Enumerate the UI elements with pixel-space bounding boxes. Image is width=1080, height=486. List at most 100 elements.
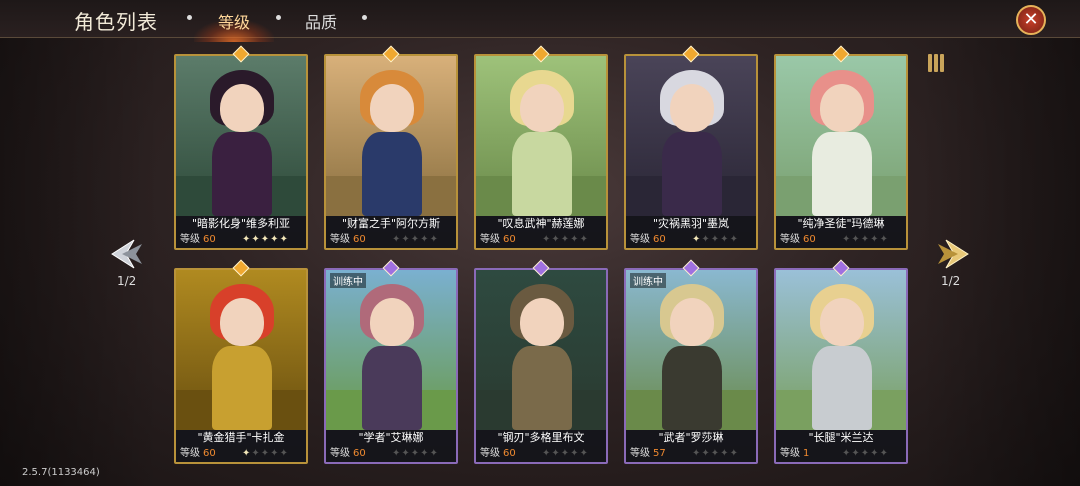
character-card[interactable]: "财富之手"阿尔方斯等级 60 ✦✦✦✦✦ [324,54,458,250]
star-rating: ✦✦✦✦✦ [242,446,289,462]
star-icon: ✦ [720,234,730,245]
level-value: 60 [503,448,516,459]
level-value: 57 [653,448,666,459]
level-value: 60 [353,448,366,459]
star-icon: ✦ [401,448,411,459]
character-card[interactable]: "纯净圣徒"玛德琳 等级 60 ✦✦✦✦✦ [774,54,908,250]
star-icon: ✦ [279,234,289,245]
character-name: "暗影化身"维多利亚 [176,216,306,232]
tab-separator-dot [276,15,281,20]
star-icon: ✦ [710,234,721,245]
star-rating: ✦✦✦✦✦ [692,446,739,462]
star-icon: ✦ [260,448,271,459]
star-icon: ✦ [542,448,552,459]
star-icon: ✦ [860,234,871,245]
character-card[interactable]: "暗影化身"维多利亚 等级 60 ✦✦✦✦✦ [174,54,308,250]
level-value: 60 [353,234,366,245]
level-prefix: 等级 [780,448,800,459]
star-icon: ✦ [242,448,252,459]
character-card[interactable]: "长腿"米兰达 等级 1 ✦✦✦✦✦ [774,268,908,464]
star-rating: ✦✦✦✦✦ [842,446,889,462]
star-icon: ✦ [692,448,702,459]
star-icon: ✦ [251,234,261,245]
character-portrait [176,270,306,430]
character-portrait [326,270,456,430]
star-rating: ✦✦✦✦✦ [392,232,439,248]
character-card[interactable]: "钢刃"多格里布文 等级 60 ✦✦✦✦✦ [474,268,608,464]
star-rating: ✦✦✦✦✦ [842,232,889,248]
star-icon: ✦ [729,234,739,245]
character-card[interactable]: 训练中 "武者"罗莎琳 等级 57 ✦✦✦✦✦ [624,268,758,464]
close-button[interactable]: ✕ [1016,5,1046,35]
star-icon: ✦ [879,234,889,245]
star-icon: ✦ [260,234,271,245]
star-icon: ✦ [392,448,402,459]
character-name: "长腿"米兰达 [776,430,906,446]
star-icon: ✦ [842,448,852,459]
star-icon: ✦ [560,234,571,245]
star-rating: ✦✦✦✦✦ [542,232,589,248]
level-row: 等级 60 ✦✦✦✦✦ [326,446,456,462]
level-row: 等级 60 ✦✦✦✦✦ [776,232,906,248]
star-icon: ✦ [401,234,411,245]
next-page-arrow-icon[interactable] [932,234,972,274]
star-icon: ✦ [270,448,280,459]
character-name: "财富之手"阿尔方斯 [326,216,456,232]
level-row: 等级 1 ✦✦✦✦✦ [776,446,906,462]
star-icon: ✦ [579,448,589,459]
level-row: 等级 60 ✦✦✦✦✦ [326,232,456,248]
star-icon: ✦ [429,234,439,245]
star-icon: ✦ [270,234,280,245]
star-icon: ✦ [720,448,730,459]
star-icon: ✦ [870,448,880,459]
character-name: "纯净圣徒"玛德琳 [776,216,906,232]
character-portrait [176,56,306,216]
character-name: "钢刃"多格里布文 [476,430,606,446]
star-icon: ✦ [410,448,421,459]
star-icon: ✦ [851,448,861,459]
character-portrait [776,56,906,216]
character-portrait [776,270,906,430]
level-value: 60 [203,448,216,459]
top-bar [0,0,1080,38]
character-portrait [626,270,756,430]
close-icon: ✕ [1023,9,1039,30]
star-icon: ✦ [570,448,580,459]
tab-level[interactable]: 等级 [218,9,250,33]
character-name: "黄金猎手"卡扎金 [176,430,306,446]
star-icon: ✦ [879,448,889,459]
level-row: 等级 60 ✦✦✦✦✦ [476,446,606,462]
star-icon: ✦ [420,448,430,459]
tab-quality[interactable]: 品质 [305,9,337,33]
level-prefix: 等级 [330,234,350,245]
star-icon: ✦ [242,234,252,245]
character-portrait [326,56,456,216]
character-card[interactable]: "黄金猎手"卡扎金 等级 60 ✦✦✦✦✦ [174,268,308,464]
character-name: "叹息武神"赫莲娜 [476,216,606,232]
level-row: 等级 60 ✦✦✦✦✦ [176,232,306,248]
star-icon: ✦ [710,448,721,459]
star-icon: ✦ [729,448,739,459]
level-prefix: 等级 [630,448,650,459]
character-card[interactable]: "叹息武神"赫莲娜 等级 60 ✦✦✦✦✦ [474,54,608,250]
page-indicator-right: 1/2 [941,274,961,288]
star-icon: ✦ [842,234,852,245]
tab-separator-dot [362,15,367,20]
prev-page-arrow-icon[interactable] [108,234,148,274]
level-prefix: 等级 [330,448,350,459]
star-icon: ✦ [420,234,430,245]
star-icon: ✦ [551,234,561,245]
character-card[interactable]: 训练中 "学者"艾琳娜 等级 60 ✦✦✦✦✦ [324,268,458,464]
level-value: 1 [803,448,810,459]
star-icon: ✦ [860,448,871,459]
list-view-icon[interactable] [928,54,950,74]
star-icon: ✦ [251,448,261,459]
level-value: 60 [803,234,816,245]
level-row: 等级 60 ✦✦✦✦✦ [476,232,606,248]
character-portrait [626,56,756,216]
star-icon: ✦ [279,448,289,459]
star-icon: ✦ [701,448,711,459]
star-icon: ✦ [429,448,439,459]
character-card[interactable]: "灾祸黑羽"墨岚 等级 60 ✦✦✦✦✦ [624,54,758,250]
level-prefix: 等级 [780,234,800,245]
